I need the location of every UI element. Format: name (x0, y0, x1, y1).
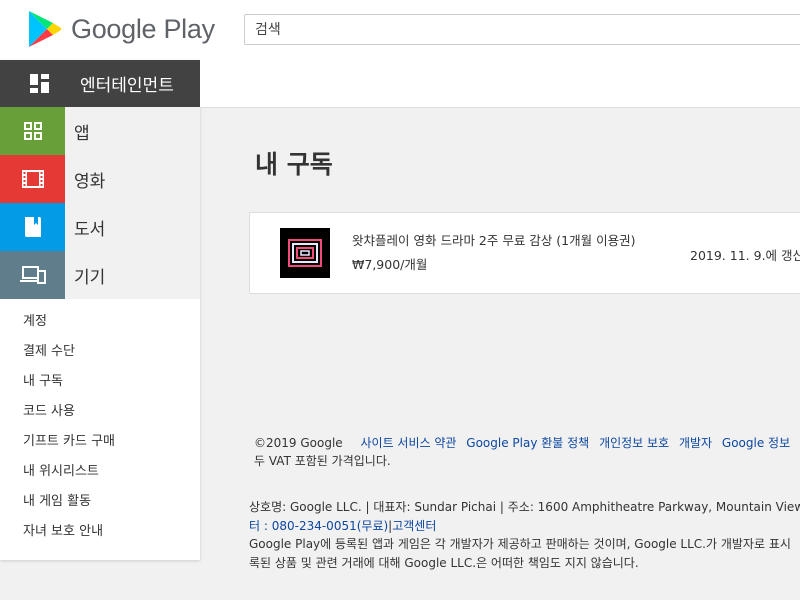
sidebar-item-books[interactable]: 도서 (0, 203, 200, 251)
copyright: ©2019 Google (254, 436, 343, 450)
link-terms[interactable]: 사이트 서비스 약관 (361, 436, 457, 450)
sidebar-item-devices[interactable]: 기기 (0, 251, 200, 299)
book-icon (0, 203, 65, 251)
company-info: 상호명: Google LLC. | 대표자: Sundar Pichai | … (249, 498, 800, 572)
sidebar-item-movies[interactable]: 영화 (0, 155, 200, 203)
header: Google Play (0, 0, 800, 60)
link-about-google[interactable]: Google 정보 (722, 436, 790, 450)
sidebar-item-label: 앱 (74, 123, 90, 144)
link-redeem[interactable]: 코드 사용 (0, 397, 200, 427)
subscription-card[interactable]: 왓챠플레이 영화 드라마 2주 무료 감상 (1개월 이용권) ₩7,900/개… (249, 212, 800, 294)
page-title: 내 구독 (255, 150, 333, 179)
search-input[interactable] (244, 14, 800, 45)
footer-links: ©2019 Google 사이트 서비스 약관 Google Play 환불 정… (254, 434, 800, 451)
company-line-4: 록된 상품 및 관련 거래에 대해 Google LLC.은 어떠한 책임도 지… (249, 555, 639, 570)
subnav-bar (200, 60, 800, 108)
subscription-name: 왓챠플레이 영화 드라마 2주 무료 감상 (1개월 이용권) (352, 233, 636, 248)
link-developers[interactable]: 개발자 (679, 436, 712, 450)
customer-center-link[interactable]: 고객센터 (392, 519, 436, 533)
film-icon (0, 155, 65, 203)
logo-text: Google Play (71, 13, 215, 44)
link-account[interactable]: 계정 (0, 307, 200, 337)
sidebar-item-label: 영화 (74, 171, 106, 192)
link-parent-guide[interactable]: 자녀 보호 안내 (0, 517, 200, 547)
sidebar-item-label: 기기 (74, 267, 106, 288)
company-line-3: Google Play에 등록된 앱과 게임은 각 개발자가 제공하고 판매하는… (249, 537, 791, 551)
company-line-2: 터 : 080-234-0051(무료)|고객센터 (249, 517, 800, 536)
sidebar-item-apps[interactable]: 앱 (0, 107, 200, 155)
link-privacy[interactable]: 개인정보 보호 (599, 436, 669, 450)
subscription-price: ₩7,900/개월 (352, 257, 428, 272)
link-play-activity[interactable]: 내 게임 활동 (0, 487, 200, 517)
link-wishlist[interactable]: 내 위시리스트 (0, 457, 200, 487)
vat-notice: 두 VAT 포함된 가격입니다. (254, 454, 391, 468)
apps-icon (0, 107, 65, 155)
company-line-1: 상호명: Google LLC. | 대표자: Sundar Pichai | … (249, 500, 800, 514)
phone-link[interactable]: 터 : 080-234-0051(무료) (249, 519, 388, 533)
sidebar-item-label: 도서 (74, 219, 106, 240)
link-refund-policy[interactable]: Google Play 환불 정책 (466, 436, 589, 450)
link-buy-gift-card[interactable]: 기프트 카드 구매 (0, 427, 200, 457)
google-play-logo[interactable]: Google Play (28, 10, 215, 48)
sidebar-item-entertainment[interactable]: 엔터테인먼트 (0, 60, 200, 107)
sidebar: 엔터테인먼트 앱 영화 도서 기기 계정 결제 수단 내 구독 코드 사용 기프… (0, 60, 200, 560)
account-links: 계정 결제 수단 내 구독 코드 사용 기프트 카드 구매 내 위시리스트 내 … (0, 299, 200, 547)
subscription-renewal-date: 2019. 11. 9.에 갱신됨 (690, 248, 800, 263)
link-payment-methods[interactable]: 결제 수단 (0, 337, 200, 367)
grid-icon (0, 60, 80, 108)
devices-icon (0, 251, 65, 299)
play-logo-icon (29, 11, 61, 47)
sidebar-item-label: 엔터테인먼트 (80, 76, 174, 96)
link-my-subscriptions[interactable]: 내 구독 (0, 367, 200, 397)
watcha-play-logo (280, 228, 330, 278)
